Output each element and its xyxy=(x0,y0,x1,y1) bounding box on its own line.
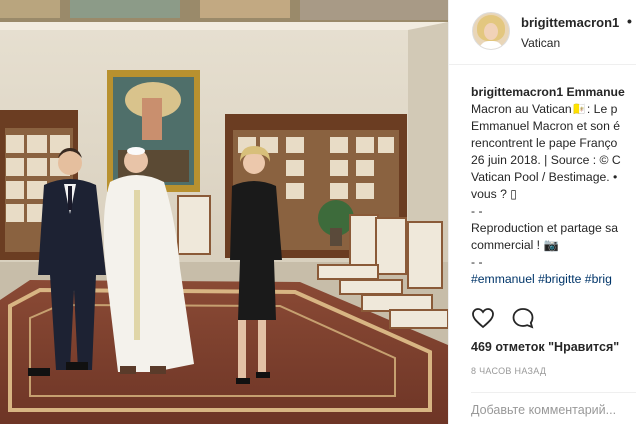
caption-line-4: rencontrent le pape Franço xyxy=(471,136,618,150)
caption-line-5: 26 juin 2018. | Source : © C xyxy=(471,153,621,167)
likes-count[interactable]: 469 отметок "Нравится" xyxy=(471,340,619,354)
username-link[interactable]: brigittemacron1 xyxy=(521,15,619,30)
location-link[interactable]: Vatican xyxy=(521,36,560,50)
caption-line-1[interactable]: brigittemacron1 Emmanue xyxy=(471,85,625,99)
caption-line-7: vous ? ▯ xyxy=(471,187,518,201)
post-header: brigittemacron1 • Vatican xyxy=(449,0,636,65)
caption-line-9: Reproduction et partage sa xyxy=(471,221,619,235)
comment-icon[interactable] xyxy=(511,307,535,329)
post-caption: brigittemacron1 Emmanue Macron au Vatica… xyxy=(471,84,636,288)
post-timestamp[interactable]: 8 ЧАСОВ НАЗАД xyxy=(471,366,546,376)
comment-box xyxy=(471,392,636,419)
post-photo[interactable] xyxy=(0,0,448,424)
caption-line-10: commercial ! 📷 xyxy=(471,238,559,252)
caption-line: brigittemacron1 Emmanue xyxy=(471,84,636,101)
heart-icon[interactable] xyxy=(471,307,495,329)
caption-line-8: - - xyxy=(471,204,483,218)
post-actions xyxy=(471,307,636,335)
caption-line-11: - - xyxy=(471,255,483,269)
caption-line-3: Emmanuel Macron et son é xyxy=(471,119,621,133)
caption-line-2: Macron au Vatican🇻🇦: Le p xyxy=(471,102,618,116)
caption-hashtags[interactable]: #emmanuel #brigitte #brig xyxy=(471,271,636,288)
post-sidebar: brigittemacron1 • Vatican brigittemacron… xyxy=(448,0,636,424)
comment-input[interactable] xyxy=(471,393,636,417)
more-dot: • xyxy=(627,13,632,29)
avatar[interactable] xyxy=(472,12,510,50)
caption-line-6: Vatican Pool / Bestimage. • xyxy=(471,170,618,184)
